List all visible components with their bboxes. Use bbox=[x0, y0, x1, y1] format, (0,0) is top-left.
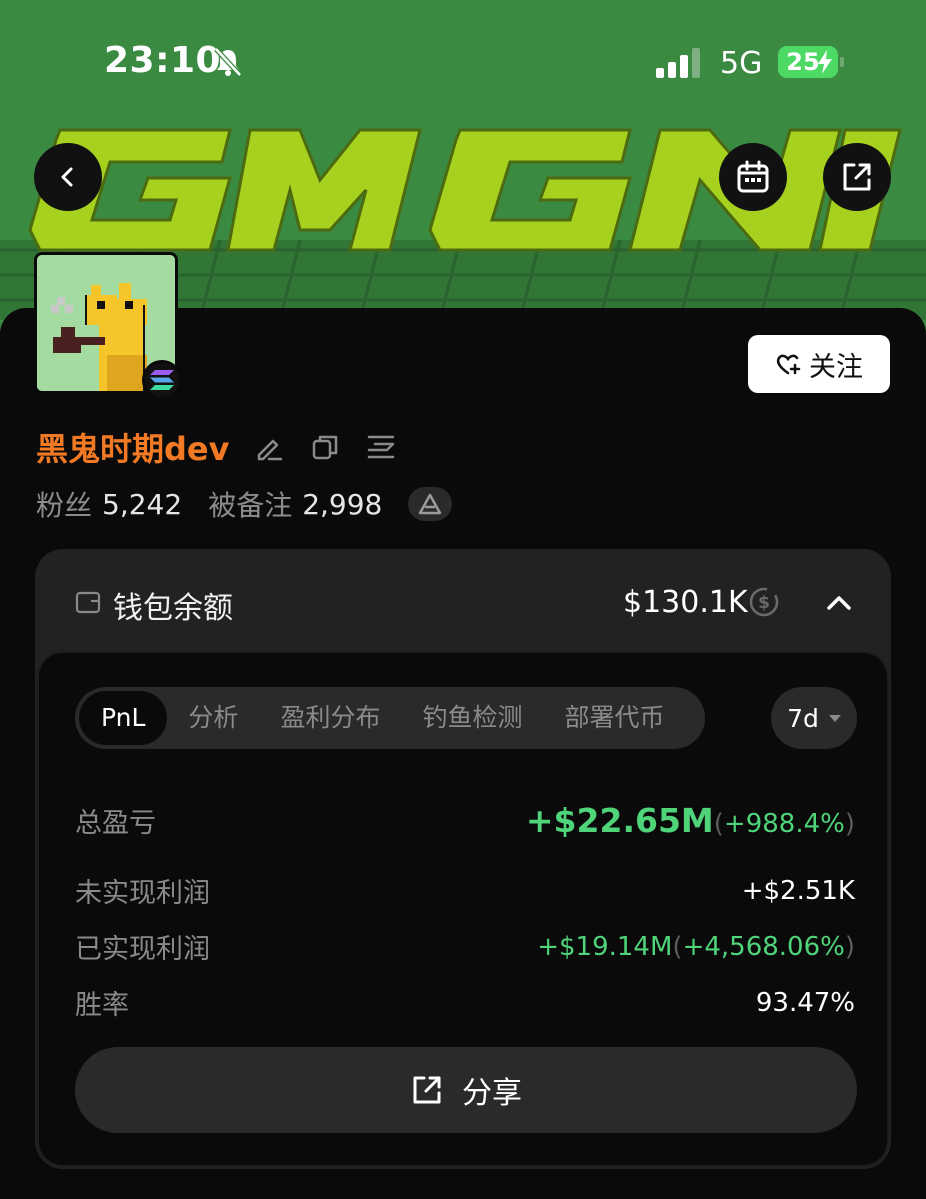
cellular-signal-icon bbox=[656, 48, 700, 78]
network-type: 5G bbox=[720, 46, 763, 81]
battery-tip bbox=[840, 57, 844, 67]
noted-count: 2,998 bbox=[302, 487, 383, 521]
profile-name-row: 黑鬼时期dev bbox=[36, 424, 397, 470]
status-time: 23:10 bbox=[104, 40, 222, 81]
external-link-icon bbox=[843, 163, 871, 191]
layers-icon[interactable] bbox=[365, 431, 397, 463]
tab-analysis[interactable]: 分析 bbox=[167, 691, 259, 745]
analysis-tabs: PnL 分析 盈利分布 钓鱼检测 部署代币 bbox=[75, 687, 705, 749]
realized-value: +$19.14M bbox=[537, 931, 673, 962]
realized-value-group: +$19.14M(+4,568.06%) bbox=[537, 932, 855, 962]
solana-icon bbox=[150, 370, 174, 390]
share-button[interactable]: 分享 bbox=[75, 1047, 857, 1133]
wallet-balance-amount: $130.1K bbox=[623, 585, 748, 620]
svg-text:$: $ bbox=[758, 593, 770, 613]
metric-realized: 已实现利润 +$19.14M(+4,568.06%) bbox=[75, 927, 855, 966]
share-label: 分享 bbox=[462, 1076, 522, 1111]
unrealized-label: 未实现利润 bbox=[75, 878, 210, 909]
bell-muted-icon bbox=[214, 47, 242, 77]
wallet-icon bbox=[75, 591, 101, 614]
period-value: 7d bbox=[787, 703, 819, 733]
tab-phishing-check[interactable]: 钓鱼检测 bbox=[401, 691, 543, 745]
charging-bolt-icon bbox=[818, 50, 832, 74]
triangle-rank-icon bbox=[419, 493, 442, 515]
chevron-up-icon[interactable] bbox=[825, 589, 853, 617]
wallet-balance-label: 钱包余额 bbox=[113, 591, 233, 626]
profile-stats: 粉丝 5,242 被备注 2,998 bbox=[36, 484, 453, 524]
total-pnl-value-group: +$22.65M(+988.4%) bbox=[526, 801, 855, 840]
metric-unrealized: 未实现利润 +$2.51K bbox=[75, 871, 855, 910]
noted-label: 被备注 bbox=[208, 489, 293, 522]
total-pnl-percent-group: (+988.4%) bbox=[713, 809, 855, 839]
total-pnl-value: +$22.65M bbox=[525, 801, 714, 840]
calendar-icon bbox=[737, 160, 769, 193]
realized-label: 已实现利润 bbox=[75, 934, 210, 965]
caret-down-icon bbox=[828, 714, 841, 722]
follow-label: 关注 bbox=[809, 351, 863, 383]
rank-badge[interactable] bbox=[408, 487, 453, 521]
status-bar: 23:10 5G 25 bbox=[0, 0, 926, 120]
total-pnl-percent: +988.4% bbox=[723, 809, 845, 839]
win-rate-value: 93.47% bbox=[755, 987, 855, 1018]
copy-icon[interactable] bbox=[309, 431, 341, 463]
share-icon bbox=[413, 1076, 441, 1104]
usd-refresh-icon[interactable]: $ bbox=[747, 585, 781, 619]
wallet-balance-header[interactable]: 钱包余额 $130.1K $ bbox=[35, 549, 891, 653]
edit-icon[interactable] bbox=[253, 431, 285, 463]
profile-name: 黑鬼时期dev bbox=[36, 430, 230, 468]
battery-indicator: 25 bbox=[778, 46, 844, 78]
back-button[interactable] bbox=[34, 143, 102, 211]
wallet-card: 钱包余额 $130.1K $ PnL 分析 盈利分布 钓鱼检测 部署代币 7d … bbox=[35, 549, 891, 1169]
realized-percent: +4,568.06% bbox=[682, 931, 845, 962]
pnl-panel: PnL 分析 盈利分布 钓鱼检测 部署代币 7d 总盈亏 +$22.65M(+9… bbox=[37, 651, 889, 1167]
heart-plus-icon bbox=[776, 354, 801, 375]
total-pnl-label: 总盈亏 bbox=[75, 808, 156, 839]
external-share-button[interactable] bbox=[823, 143, 891, 211]
followers-count: 5,242 bbox=[102, 487, 183, 521]
realized-percent-group: (+4,568.06%) bbox=[672, 931, 855, 962]
period-select[interactable]: 7d bbox=[771, 687, 857, 749]
tab-deployed-tokens[interactable]: 部署代币 bbox=[543, 691, 685, 745]
metric-win-rate: 胜率 93.47% bbox=[75, 983, 855, 1022]
tab-pnl[interactable]: PnL bbox=[79, 691, 168, 745]
calendar-button[interactable] bbox=[719, 143, 787, 211]
win-rate-label: 胜率 bbox=[75, 990, 129, 1021]
unrealized-value: +$2.51K bbox=[741, 875, 855, 906]
solana-chain-badge bbox=[142, 360, 182, 400]
followers-label: 粉丝 bbox=[36, 489, 93, 522]
chevron-left-icon bbox=[61, 167, 73, 187]
tab-profit-distribution[interactable]: 盈利分布 bbox=[259, 691, 401, 745]
follow-button[interactable]: 关注 bbox=[748, 335, 890, 393]
metric-total-pnl: 总盈亏 +$22.65M(+988.4%) bbox=[75, 801, 855, 840]
